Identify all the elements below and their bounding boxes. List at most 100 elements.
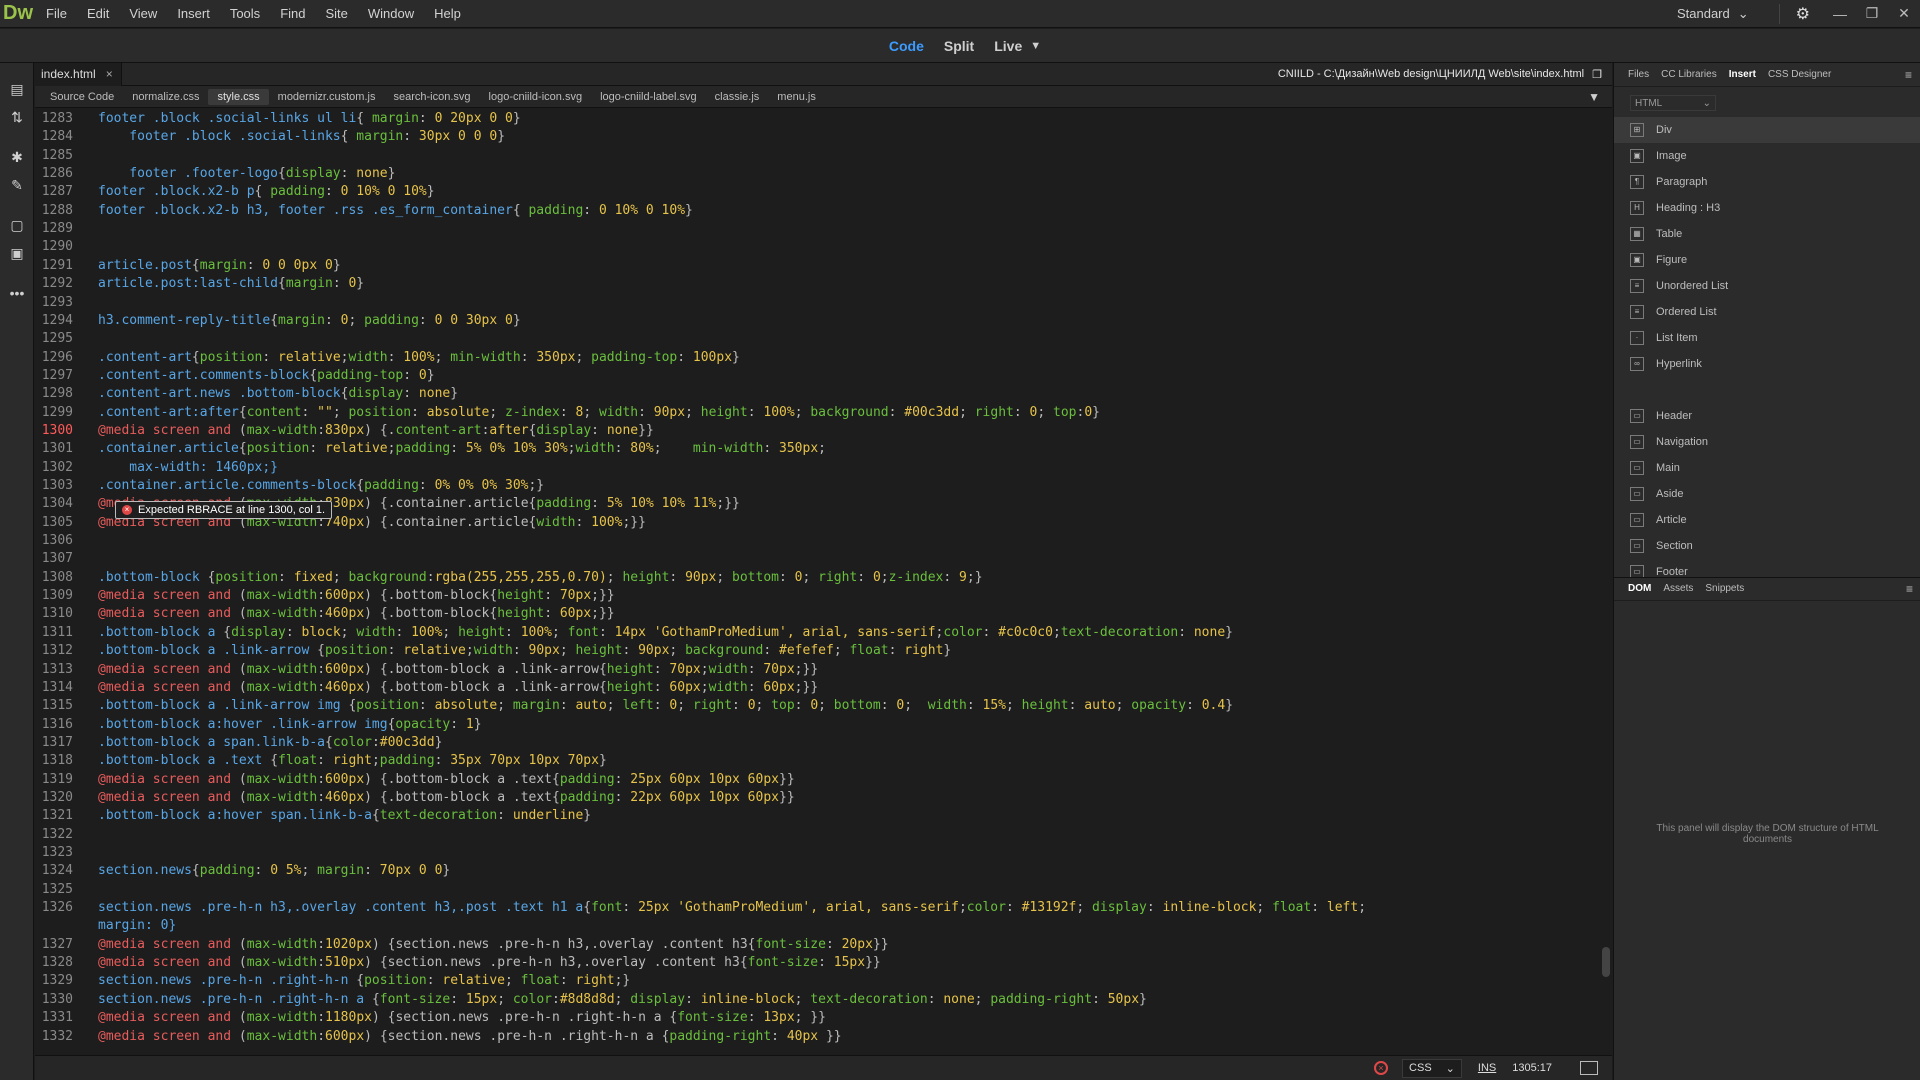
tab-cc-libraries[interactable]: CC Libraries	[1655, 63, 1723, 87]
view-code-button[interactable]: Code	[879, 38, 934, 54]
insert-category-select[interactable]: HTML ⌄	[1630, 95, 1716, 111]
code-line: 1307	[35, 550, 1612, 568]
close-icon[interactable]: ✕	[1888, 5, 1920, 22]
code-line: 1316 .bottom-block a:hover .link-arrow im…	[35, 716, 1612, 734]
minimize-icon[interactable]: —	[1824, 6, 1856, 22]
panel-menu-icon[interactable]: ≡	[1905, 68, 1912, 82]
code-line: 1315 .bottom-block a .link-arrow img {pos…	[35, 697, 1612, 715]
insert-item-image[interactable]: ▣ Image	[1614, 143, 1920, 169]
tab-snippets[interactable]: Snippets	[1699, 577, 1750, 601]
file-management-icon[interactable]: ⇅	[0, 103, 34, 131]
insert-mode[interactable]: INS	[1478, 1062, 1496, 1074]
related-file-tab[interactable]: classie.js	[706, 89, 769, 105]
insert-item-list[interactable]: · List Item	[1614, 325, 1920, 351]
insert-item-main[interactable]: ▭ Main	[1614, 455, 1920, 481]
related-file-tab[interactable]: logo-cniild-icon.svg	[480, 89, 592, 105]
line-number: 1296	[41, 349, 73, 365]
related-file-tab[interactable]: style.css	[208, 88, 269, 105]
restore-icon[interactable]: ❐	[1856, 5, 1888, 22]
tab-css-designer[interactable]: CSS Designer	[1762, 63, 1837, 87]
language-select[interactable]: CSS ⌄	[1402, 1058, 1462, 1078]
insert-item-article[interactable]: ▭ Article	[1614, 507, 1920, 533]
workspace-select[interactable]: Standard ⌄	[1677, 6, 1769, 22]
menu-edit[interactable]: Edit	[77, 0, 119, 28]
left-toolbar: ▤ ⇅ ✱ ✎ ▢ ▣ •••	[0, 63, 34, 1080]
related-file-tab[interactable]: modernizr.custom.js	[269, 89, 385, 105]
related-file-tab[interactable]: normalize.css	[123, 89, 208, 105]
format-source-icon[interactable]: ✎	[0, 171, 34, 199]
gear-icon[interactable]: ⚙	[1790, 4, 1824, 24]
code-text: article.post{margin: 0 0 0px 0}	[98, 257, 341, 273]
insert-item-label: Header	[1656, 410, 1693, 422]
insert-item-paragraph[interactable]: ¶ Paragraph	[1614, 169, 1920, 195]
code-text: @media screen and (max-width:460px) {.bo…	[98, 606, 615, 622]
insert-item-table[interactable]: ▦ Table	[1614, 221, 1920, 247]
code-text: .bottom-block a:hover .link-arrow img{op…	[98, 716, 482, 732]
expand-all-icon[interactable]: ✱	[0, 143, 34, 171]
menu-insert[interactable]: Insert	[167, 0, 220, 28]
menu-find[interactable]: Find	[270, 0, 315, 28]
panel-menu-icon[interactable]: ≡	[1906, 582, 1913, 596]
insert-item-figure[interactable]: ▣ Figure	[1614, 247, 1920, 273]
line-number: 1320	[41, 789, 73, 805]
insert-item-navigation[interactable]: ▭ Navigation	[1614, 429, 1920, 455]
insert-item-div[interactable]: ⊞ Div	[1614, 117, 1920, 143]
insert-item-ordered[interactable]: ≡ Ordered List	[1614, 299, 1920, 325]
insert-item-hyperlink[interactable]: ∞ Hyperlink	[1614, 351, 1920, 377]
menu-file[interactable]: File	[36, 0, 77, 28]
menu-help[interactable]: Help	[424, 0, 471, 28]
insert-item-header[interactable]: ▭ Header	[1614, 403, 1920, 429]
code-line: 1321 .bottom-block a:hover span.link-b-a{…	[35, 807, 1612, 825]
insert-item-unordered[interactable]: ≡ Unordered List	[1614, 273, 1920, 299]
line-number: 1300	[41, 422, 73, 438]
code-line: 1288 footer .block.x2-b h3, footer .rss .…	[35, 202, 1612, 220]
menu-window[interactable]: Window	[358, 0, 424, 28]
line-number: 1310	[41, 606, 73, 622]
tab-insert[interactable]: Insert	[1723, 63, 1762, 87]
related-file-tab[interactable]: menu.js	[768, 89, 825, 105]
related-file-tab[interactable]: search-icon.svg	[384, 89, 479, 105]
code-line: 1295	[35, 330, 1612, 348]
related-file-tab[interactable]: Source Code	[41, 89, 123, 105]
line-number: 1315	[41, 698, 73, 714]
view-split-button[interactable]: Split	[934, 38, 984, 54]
view-live-button[interactable]: Live	[984, 38, 1032, 54]
tab-files[interactable]: Files	[1622, 63, 1655, 87]
tab-assets[interactable]: Assets	[1657, 577, 1699, 601]
code-text: section.news .pre-h-n .right-h-n a {font…	[98, 991, 1147, 1007]
wrap-tag-icon[interactable]: ▣	[0, 239, 34, 267]
line-number: 1287	[41, 184, 73, 200]
related-file-tab[interactable]: logo-cniild-label.svg	[591, 89, 706, 105]
error-icon[interactable]: ×	[1374, 1061, 1389, 1075]
article-icon: ▭	[1630, 513, 1644, 527]
close-icon[interactable]: ×	[106, 67, 113, 81]
code-editor[interactable]: × Expected RBRACE at line 1300, col 1. 1…	[35, 109, 1612, 1044]
tab-index-html[interactable]: index.html ×	[35, 62, 122, 86]
insert-item-label: Article	[1656, 514, 1687, 526]
filter-icon[interactable]: ▼	[1588, 90, 1600, 104]
open-documents-icon[interactable]: ▤	[0, 75, 34, 103]
code-line: 1297 .content-art.comments-block{padding-…	[35, 367, 1612, 385]
more-icon[interactable]: •••	[0, 279, 34, 307]
code-text: h3.comment-reply-title{margin: 0; paddin…	[98, 312, 521, 328]
apply-comment-icon[interactable]: ▢	[0, 211, 34, 239]
menu-site[interactable]: Site	[315, 0, 357, 28]
code-text: .content-art.news .bottom-block{display:…	[98, 386, 459, 402]
insert-item-heading[interactable]: H Heading : H3	[1614, 195, 1920, 221]
tab-dom[interactable]: DOM	[1622, 577, 1657, 601]
menubar: Dw File Edit View Insert Tools Find Site Window…	[0, 0, 1920, 28]
menu-tools[interactable]: Tools	[220, 0, 270, 28]
insert-item-section[interactable]: ▭ Section	[1614, 533, 1920, 559]
code-line: 1323	[35, 844, 1612, 862]
insert-item-aside[interactable]: ▭ Aside	[1614, 481, 1920, 507]
line-number: 1325	[41, 881, 73, 897]
line-number: 1323	[41, 845, 73, 860]
menu-view[interactable]: View	[119, 0, 167, 28]
restore-icon[interactable]: ❐	[1592, 68, 1602, 81]
window-size-icon[interactable]	[1580, 1061, 1598, 1075]
chevron-down-icon[interactable]: ▼	[1030, 40, 1041, 52]
heading-icon: H	[1630, 201, 1644, 215]
paragraph-icon: ¶	[1630, 175, 1644, 189]
insert-item-label: Div	[1656, 124, 1672, 136]
